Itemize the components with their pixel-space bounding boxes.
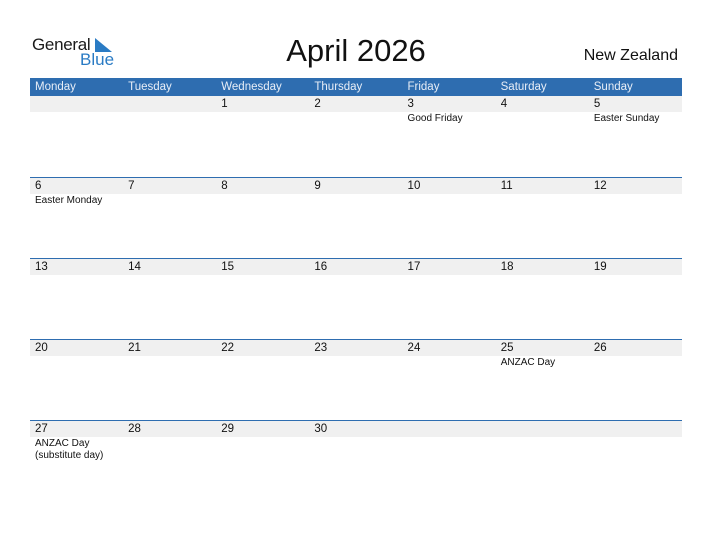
day-cell[interactable]: 13 (30, 259, 123, 339)
day-number: 29 (221, 423, 235, 435)
holiday-label: ANZAC Day (500, 357, 556, 368)
calendar-week: 20 21 22 23 24 25 ANZAC Day 26 (30, 339, 682, 420)
day-cell[interactable]: 11 (496, 178, 589, 258)
day-number: 10 (407, 180, 421, 192)
day-cell[interactable]: 27 ANZAC Day (substitute day) (30, 421, 123, 501)
day-cell[interactable]: 30 (309, 421, 402, 501)
day-cell[interactable]: 26 (589, 340, 682, 420)
day-number: 6 (35, 180, 42, 192)
day-cell[interactable] (496, 421, 589, 501)
day-cell[interactable]: 23 (309, 340, 402, 420)
day-cell[interactable]: 19 (589, 259, 682, 339)
day-number: 23 (314, 342, 328, 354)
day-cell[interactable]: 29 (216, 421, 309, 501)
weekday-saturday: Saturday (500, 81, 547, 93)
day-number: 28 (128, 423, 141, 435)
day-cell[interactable]: 9 (309, 178, 402, 258)
weekday-thursday: Thursday (314, 81, 363, 93)
day-number: 3 (407, 98, 414, 110)
calendar-week: 1 2 3 Good Friday 4 5 Easter Sunday (30, 96, 682, 177)
calendar-week: 27 ANZAC Day (substitute day) 28 29 30 (30, 420, 682, 501)
day-cell[interactable]: 4 (496, 96, 589, 176)
day-number: 26 (593, 342, 607, 354)
day-number: 8 (221, 180, 228, 192)
holiday-label: Easter Monday (35, 195, 103, 206)
day-cell[interactable]: 15 (216, 259, 309, 339)
day-number: 14 (128, 261, 141, 273)
day-number: 1 (221, 98, 228, 110)
day-cell[interactable] (123, 96, 216, 176)
weekday-sunday: Sunday (593, 81, 633, 93)
weekday-header: Monday Tuesday Wednesday Thursday Friday… (30, 78, 682, 96)
day-cell[interactable] (589, 421, 682, 501)
day-cell[interactable] (403, 421, 496, 501)
day-cell[interactable]: 7 (123, 178, 216, 258)
day-number: 12 (593, 180, 607, 192)
day-cell[interactable]: 1 (216, 96, 309, 176)
day-number: 7 (128, 180, 135, 192)
day-cell[interactable]: 2 (309, 96, 402, 176)
day-number: 22 (221, 342, 235, 354)
day-number: 9 (314, 180, 321, 192)
holiday-label: Easter Sunday (593, 113, 660, 124)
day-cell[interactable]: 17 (403, 259, 496, 339)
day-cell[interactable]: 12 (589, 178, 682, 258)
weekday-tuesday: Tuesday (128, 81, 172, 93)
calendar-week: 13 14 15 16 17 18 19 (30, 258, 682, 339)
day-number: 27 (35, 423, 48, 435)
day-cell[interactable]: 8 (216, 178, 309, 258)
day-number: 30 (314, 423, 328, 435)
day-cell[interactable]: 14 (123, 259, 216, 339)
day-cell[interactable]: 21 (123, 340, 216, 420)
day-cell[interactable]: 5 Easter Sunday (589, 96, 682, 176)
day-cell[interactable]: 6 Easter Monday (30, 178, 123, 258)
day-cell[interactable]: 3 Good Friday (403, 96, 496, 176)
day-number: 11 (500, 180, 513, 192)
day-number: 15 (221, 261, 235, 273)
day-number: 20 (35, 342, 48, 354)
day-number: 24 (407, 342, 421, 354)
day-cell[interactable]: 16 (309, 259, 402, 339)
holiday-label: Good Friday (407, 113, 463, 124)
day-number: 13 (35, 261, 48, 273)
day-number: 17 (407, 261, 421, 273)
day-number: 2 (314, 98, 321, 110)
holiday-label: ANZAC Day (substitute day) (35, 438, 104, 461)
day-number: 18 (500, 261, 514, 273)
day-cell[interactable]: 24 (403, 340, 496, 420)
day-number: 19 (593, 261, 607, 273)
day-number: 5 (593, 98, 601, 110)
day-number: 21 (128, 342, 141, 354)
day-cell[interactable]: 28 (123, 421, 216, 501)
country-label: New Zealand (583, 47, 678, 64)
calendar-week: 6 Easter Monday 7 8 9 10 11 12 (30, 177, 682, 258)
day-number: 16 (314, 261, 328, 273)
day-number: 25 (500, 342, 514, 354)
weekday-monday: Monday (35, 81, 76, 93)
day-number: 4 (500, 98, 508, 110)
day-cell[interactable]: 20 (30, 340, 123, 420)
day-cell[interactable]: 22 (216, 340, 309, 420)
day-cell[interactable]: 18 (496, 259, 589, 339)
day-cell[interactable]: 10 (403, 178, 496, 258)
day-cell[interactable] (30, 96, 123, 176)
day-cell[interactable]: 25 ANZAC Day (496, 340, 589, 420)
weekday-friday: Friday (407, 81, 440, 93)
weekday-wednesday: Wednesday (221, 81, 282, 93)
